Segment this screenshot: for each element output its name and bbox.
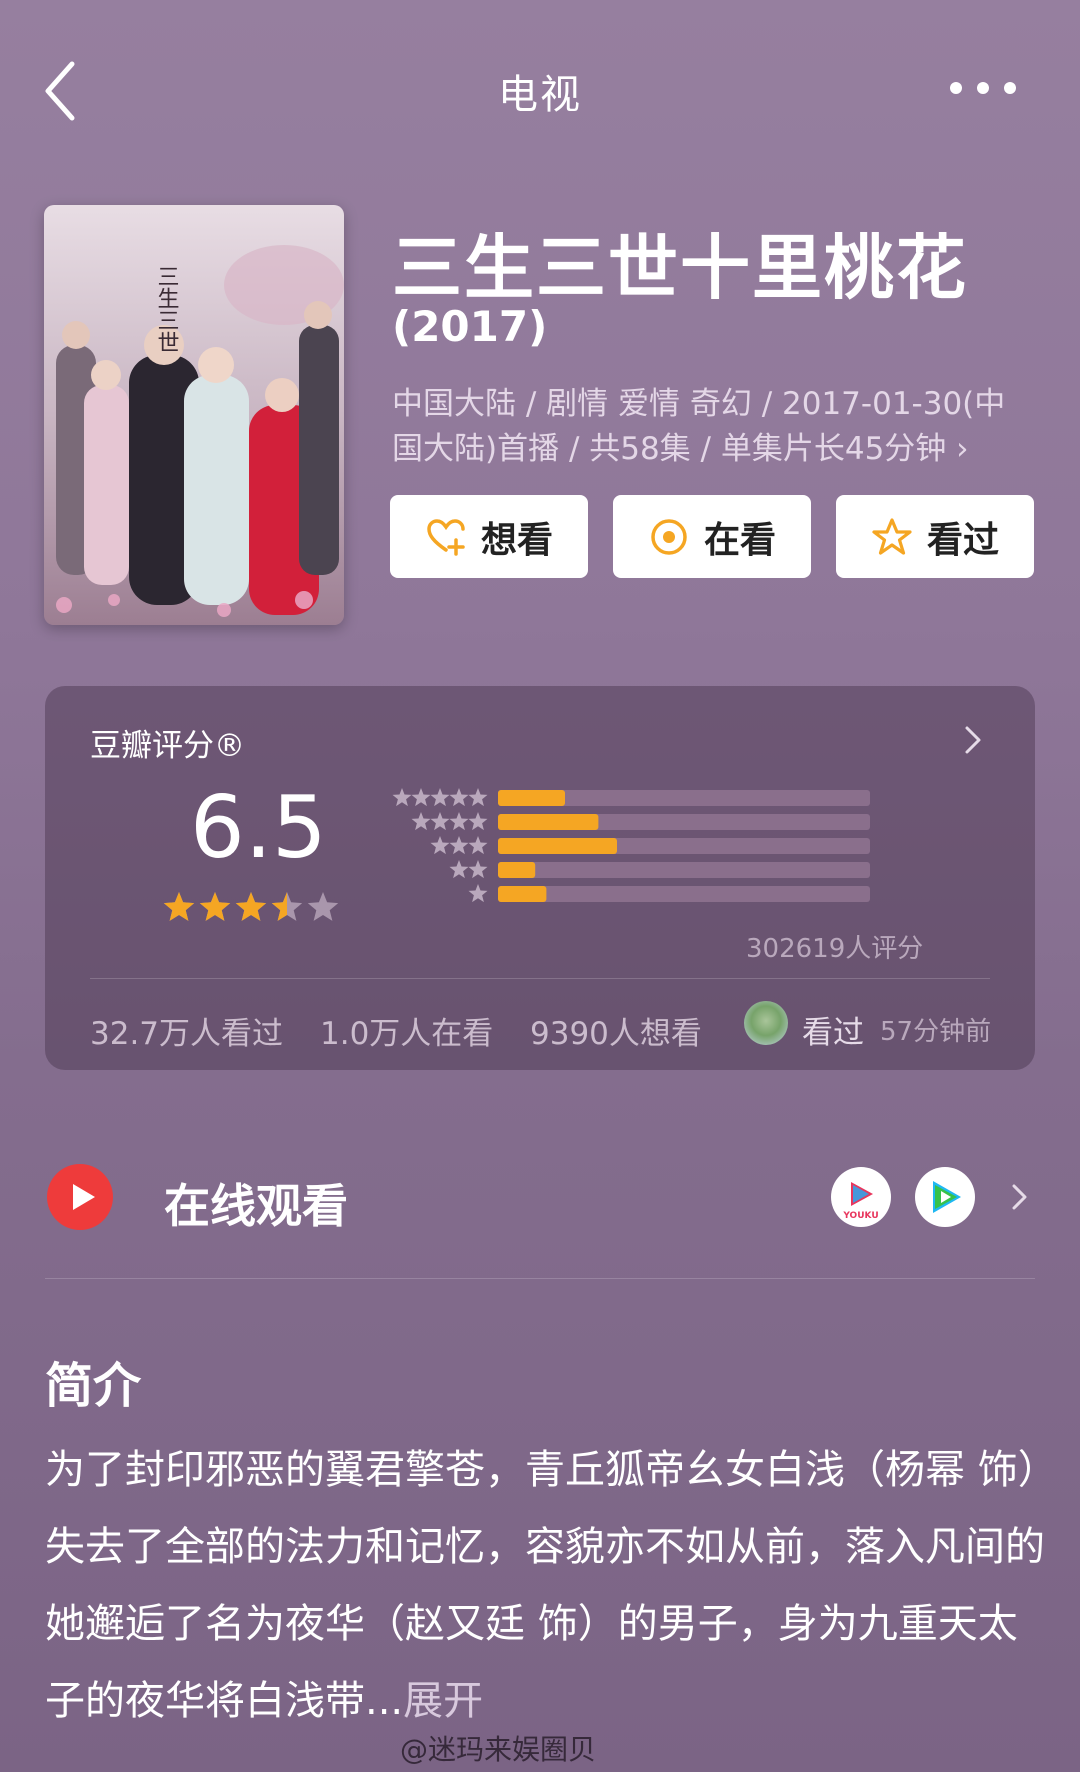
distribution-bar [498,838,617,854]
watching-button[interactable]: 在看 [613,495,811,578]
divider [90,978,990,979]
distribution-star [411,788,431,807]
page-title: 电视 [498,72,582,118]
rating-distribution [392,788,870,903]
distribution-bar [498,790,565,806]
youku-icon[interactable]: YOUKU [831,1167,891,1227]
tencent-video-icon[interactable] [915,1167,975,1227]
want-count[interactable]: 9390人想看 [530,1008,702,1053]
expand-link[interactable]: 展开 [403,1678,483,1724]
watching-label: 在看 [703,519,776,561]
more-dots-icon[interactable] [948,80,1018,96]
distribution-bar-track [498,862,870,878]
rating-count: 302619人评分 [746,934,924,964]
rating-stars [163,892,339,921]
watched-button[interactable]: 看过 [836,495,1034,578]
distribution-star [468,812,488,831]
poster-image[interactable]: 三生三世 [44,205,344,625]
distribution-star [411,812,431,831]
show-title: 三生三世十里桃花 [392,227,968,309]
distribution-star [468,788,488,807]
distribution-star [430,836,450,855]
intro-heading: 简介 [45,1358,142,1414]
show-meta[interactable]: 中国大陆 / 剧情 爱情 奇幻 / 2017-01-30(中 国大陆)首播 / … [392,382,1022,472]
chevron-right-icon[interactable] [962,724,984,756]
distribution-bar-track [498,886,870,902]
show-meta-line: 中国大陆 / 剧情 爱情 奇幻 / 2017-01-30(中 [392,386,1006,422]
show-meta-line: 国大陆)首播 / 共58集 / 单集片长45分钟 › [392,431,969,467]
watermark-text: @迷玛来娱圈贝 [400,1733,597,1766]
show-year: (2017) [392,302,548,351]
rating-star-filled [199,892,231,921]
rating-star [307,892,339,921]
divider [45,1278,1035,1279]
distribution-star [468,860,488,879]
distribution-star [449,812,469,831]
distribution-star [449,788,469,807]
rating-star-filled [235,892,267,921]
rating-label: 豆瓣评分® [90,728,245,764]
play-icon [47,1164,113,1230]
distribution-star [449,860,469,879]
distribution-bar [498,886,547,902]
target-icon [651,518,687,555]
distribution-star [392,788,412,807]
distribution-star [468,884,488,903]
avatar[interactable] [744,1001,788,1045]
svg-text:YOUKU: YOUKU [842,1211,878,1221]
watched-count[interactable]: 32.7万人看过 [90,1008,283,1053]
svg-text:三生三世: 三生三世 [154,265,179,353]
distribution-bar [498,814,599,830]
distribution-star [430,812,450,831]
friend-action: 看过 [802,1015,864,1051]
distribution-bar [498,862,536,878]
star-icon [872,517,912,555]
intro-text-block: 为了封印邪恶的翼君擎苍，青丘狐帝幺女白浅（杨幂 饰）失去了全部的法力和记忆，容貌… [45,1432,1045,1740]
rating-star-filled [163,892,195,921]
intro-text: 为了封印邪恶的翼君擎苍，青丘狐帝幺女白浅（杨幂 饰）失去了全部的法力和记忆，容貌… [45,1447,1045,1724]
friend-time: 57分钟前 [880,1017,992,1047]
heart-plus-icon [427,518,465,556]
distribution-star [430,788,450,807]
rating-score: 6.5 [190,778,327,878]
chevron-right-icon[interactable] [1010,1182,1030,1212]
online-watch-label[interactable]: 在线观看 [164,1170,348,1236]
want-to-watch-button[interactable]: 想看 [390,495,588,578]
distribution-star [468,836,488,855]
watching-count[interactable]: 1.0万人在看 [320,1008,493,1053]
distribution-star [449,836,469,855]
watched-label: 看过 [926,519,999,561]
want-to-watch-label: 想看 [480,519,553,561]
